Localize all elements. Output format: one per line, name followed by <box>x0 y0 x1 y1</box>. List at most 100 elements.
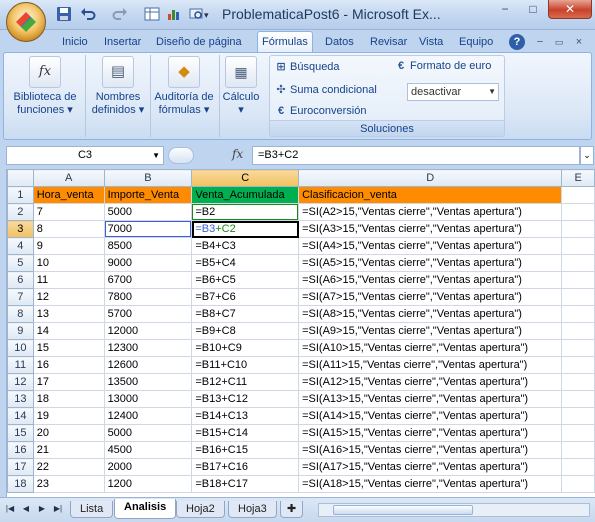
cell[interactable] <box>561 203 595 221</box>
cell[interactable]: 13500 <box>103 373 193 391</box>
cell[interactable]: =SI(A5>15,"Ventas cierre","Ventas apertu… <box>298 254 563 272</box>
cell[interactable]: 14 <box>32 322 105 340</box>
cell[interactable]: =B11+C10 <box>191 356 300 374</box>
cell[interactable]: 12 <box>32 288 105 306</box>
row-header[interactable]: 14 <box>7 407 34 425</box>
cell[interactable]: 16 <box>32 356 105 374</box>
spreadsheet-icon[interactable] <box>144 6 162 24</box>
formula-cancel-enter-control[interactable] <box>168 147 194 164</box>
ribbon-restore-icon[interactable]: ▭ <box>553 34 565 50</box>
cell[interactable]: 5000 <box>103 424 193 442</box>
cell[interactable]: =SI(A6>15,"Ventas cierre","Ventas apertu… <box>298 271 563 289</box>
sheet-tab-lista[interactable]: Lista <box>70 501 114 518</box>
cell[interactable]: 22 <box>32 458 105 476</box>
cell[interactable]: 4500 <box>103 441 193 459</box>
calculo-button[interactable]: ▦ Cálculo ▾ <box>221 56 261 117</box>
row-header[interactable]: 8 <box>7 305 34 323</box>
row-header[interactable]: 12 <box>7 373 34 391</box>
last-sheet-icon[interactable]: ▶| <box>52 503 64 515</box>
cell[interactable]: Venta_Acumulada <box>191 186 300 204</box>
suma-condicional-button[interactable]: ✣ Suma condicional <box>274 83 376 96</box>
cell[interactable] <box>561 254 595 272</box>
cell[interactable]: 5000 <box>103 203 193 221</box>
sheet-tab-analisis[interactable]: Analisis <box>114 499 177 519</box>
tab-inicio[interactable]: Inicio <box>58 33 92 52</box>
sheet-tab-hoja2[interactable]: Hoja2 <box>176 501 225 518</box>
minimize-button[interactable]: − <box>492 0 518 19</box>
cell[interactable]: 5700 <box>103 305 193 323</box>
cell[interactable]: =B2 <box>191 203 300 221</box>
undo-icon[interactable] <box>80 6 98 24</box>
cell[interactable] <box>561 390 595 408</box>
cell[interactable]: 11 <box>32 271 105 289</box>
auditoria-de-formulas-button[interactable]: ◆ Auditoría de fórmulas ▾ <box>151 56 217 117</box>
tab-diseno-de-pagina[interactable]: Diseño de página <box>152 33 246 52</box>
cell[interactable] <box>561 356 595 374</box>
cell[interactable]: 1200 <box>103 475 193 493</box>
tab-formulas[interactable]: Fórmulas <box>257 31 313 53</box>
column-header-c[interactable]: C <box>191 169 300 187</box>
row-header[interactable]: 13 <box>7 390 34 408</box>
row-header[interactable]: 2 <box>7 203 34 221</box>
cell[interactable]: 18 <box>32 390 105 408</box>
cell[interactable]: 23 <box>32 475 105 493</box>
row-header[interactable]: 9 <box>7 322 34 340</box>
formato-de-euro-button[interactable]: € Formato de euro <box>394 60 491 72</box>
row-header[interactable]: 5 <box>7 254 34 272</box>
cell[interactable]: =B7+C6 <box>191 288 300 306</box>
worksheet-grid[interactable]: A B C D E 1 Hora_venta Importe_Venta Venta_… <box>6 169 595 497</box>
cell[interactable]: 15 <box>32 339 105 357</box>
column-header-b[interactable]: B <box>103 169 193 187</box>
next-sheet-icon[interactable]: ▶ <box>36 503 48 515</box>
redo-icon[interactable] <box>112 6 130 24</box>
cell[interactable]: =B12+C11 <box>191 373 300 391</box>
cell[interactable] <box>561 339 595 357</box>
row-header[interactable]: 10 <box>7 339 34 357</box>
active-cell[interactable]: =B3+C2 <box>191 220 300 238</box>
row-header[interactable]: 1 <box>7 186 34 204</box>
maximize-button[interactable]: □ <box>520 0 546 19</box>
row-header[interactable]: 11 <box>7 356 34 374</box>
cell[interactable]: =B14+C13 <box>191 407 300 425</box>
cell[interactable]: =SI(A4>15,"Ventas cierre","Ventas apertu… <box>298 237 563 255</box>
office-button[interactable] <box>6 2 46 42</box>
row-header[interactable]: 15 <box>7 424 34 442</box>
tab-vista[interactable]: Vista <box>415 33 447 52</box>
cell[interactable] <box>561 237 595 255</box>
cell[interactable]: 20 <box>32 424 105 442</box>
cell[interactable] <box>561 271 595 289</box>
customize-qat-icon[interactable]: ▾ <box>204 6 222 24</box>
tab-datos[interactable]: Datos <box>321 33 358 52</box>
close-button[interactable]: ✕ <box>548 0 592 19</box>
cell[interactable]: 12000 <box>103 322 193 340</box>
cell[interactable] <box>561 475 595 493</box>
cell[interactable]: 17 <box>32 373 105 391</box>
cell[interactable]: 10 <box>32 254 105 272</box>
help-icon[interactable]: ? <box>509 34 525 50</box>
tab-insertar[interactable]: Insertar <box>100 33 145 52</box>
cell[interactable] <box>561 288 595 306</box>
cell[interactable]: 7 <box>32 203 105 221</box>
cell[interactable] <box>561 441 595 459</box>
cell[interactable]: =B18+C17 <box>191 475 300 493</box>
cell[interactable]: =B5+C4 <box>191 254 300 272</box>
first-sheet-icon[interactable]: |◀ <box>4 503 16 515</box>
biblioteca-de-funciones-button[interactable]: fx Biblioteca de funciones ▾ <box>8 56 82 117</box>
scrollbar-thumb[interactable] <box>333 505 473 515</box>
cell[interactable]: =B15+C14 <box>191 424 300 442</box>
horizontal-scrollbar[interactable] <box>318 503 590 517</box>
ribbon-minimize-icon[interactable]: − <box>534 34 546 50</box>
cell[interactable]: =SI(A18>15,"Ventas cierre","Ventas apert… <box>298 475 563 493</box>
tab-equipo[interactable]: Equipo <box>455 33 497 52</box>
tab-revisar[interactable]: Revisar <box>366 33 411 52</box>
cell[interactable]: Clasificacion_venta <box>298 186 563 204</box>
prev-sheet-icon[interactable]: ◀ <box>20 503 32 515</box>
cell[interactable]: =B6+C5 <box>191 271 300 289</box>
insert-sheet-icon[interactable]: ✚ <box>280 501 304 518</box>
cell[interactable] <box>561 407 595 425</box>
chart-icon[interactable] <box>166 6 184 24</box>
select-all-corner[interactable] <box>7 169 34 187</box>
cell[interactable]: =B4+C3 <box>191 237 300 255</box>
cell[interactable] <box>561 458 595 476</box>
cell[interactable]: =B17+C16 <box>191 458 300 476</box>
